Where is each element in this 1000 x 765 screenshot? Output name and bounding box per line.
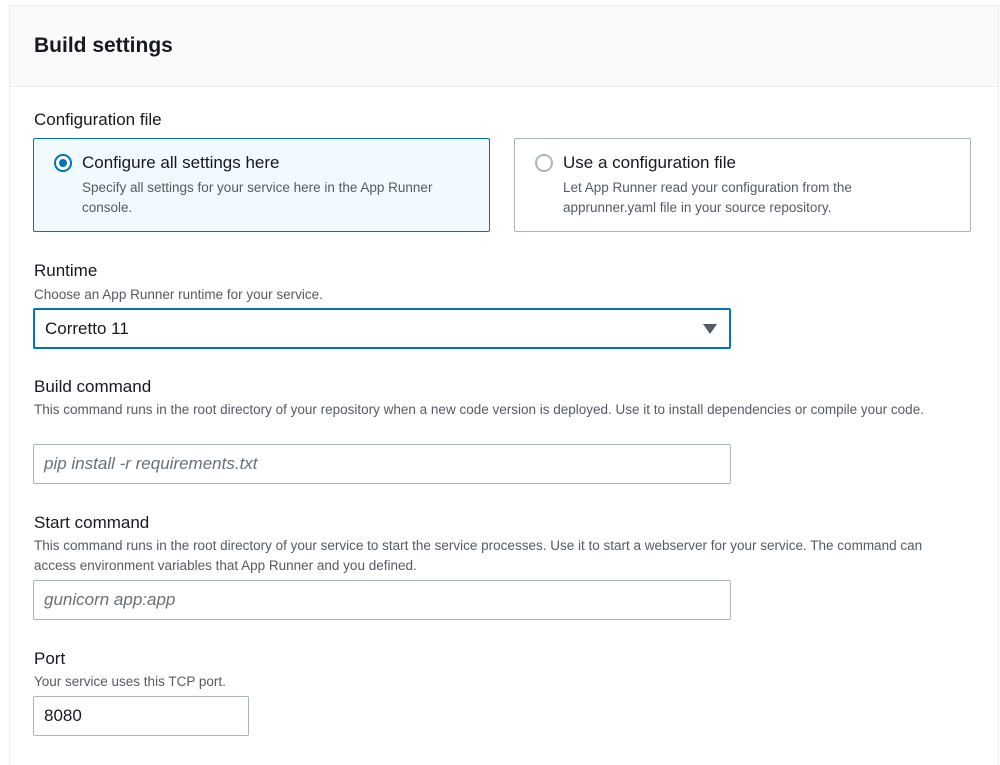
caret-down-icon[interactable] bbox=[703, 324, 717, 334]
radio-unselected-icon[interactable] bbox=[535, 154, 553, 172]
config-option-title: Use a configuration file bbox=[563, 153, 736, 172]
runtime-select[interactable]: Corretto 11 bbox=[33, 308, 731, 349]
port-label: Port bbox=[34, 649, 66, 668]
runtime-description: Choose an App Runner runtime for your se… bbox=[34, 287, 323, 302]
panel-header: Build settings bbox=[10, 6, 998, 87]
config-option-configure-here[interactable]: Configure all settings here Specify all … bbox=[33, 138, 490, 232]
port-description: Your service uses this TCP port. bbox=[34, 674, 226, 689]
config-option-description: Let App Runner read your configuration f… bbox=[563, 180, 852, 215]
start-command-description: This command runs in the root directory … bbox=[34, 538, 923, 573]
runtime-selected-value: Corretto 11 bbox=[45, 319, 129, 338]
panel-title: Build settings bbox=[34, 34, 173, 57]
runtime-label: Runtime bbox=[34, 261, 98, 280]
build-command-label: Build command bbox=[34, 377, 152, 396]
radio-selected-icon[interactable] bbox=[54, 154, 72, 172]
config-option-use-file[interactable]: Use a configuration file Let App Runner … bbox=[514, 138, 971, 232]
port-input[interactable] bbox=[33, 696, 249, 736]
start-command-label: Start command bbox=[34, 513, 150, 532]
configuration-file-label: Configuration file bbox=[34, 110, 162, 129]
start-command-input[interactable] bbox=[33, 580, 731, 620]
build-command-description: This command runs in the root directory … bbox=[34, 402, 924, 417]
config-option-title: Configure all settings here bbox=[82, 153, 280, 172]
config-option-description: Specify all settings for your service he… bbox=[82, 180, 433, 215]
build-command-input[interactable] bbox=[33, 444, 731, 484]
